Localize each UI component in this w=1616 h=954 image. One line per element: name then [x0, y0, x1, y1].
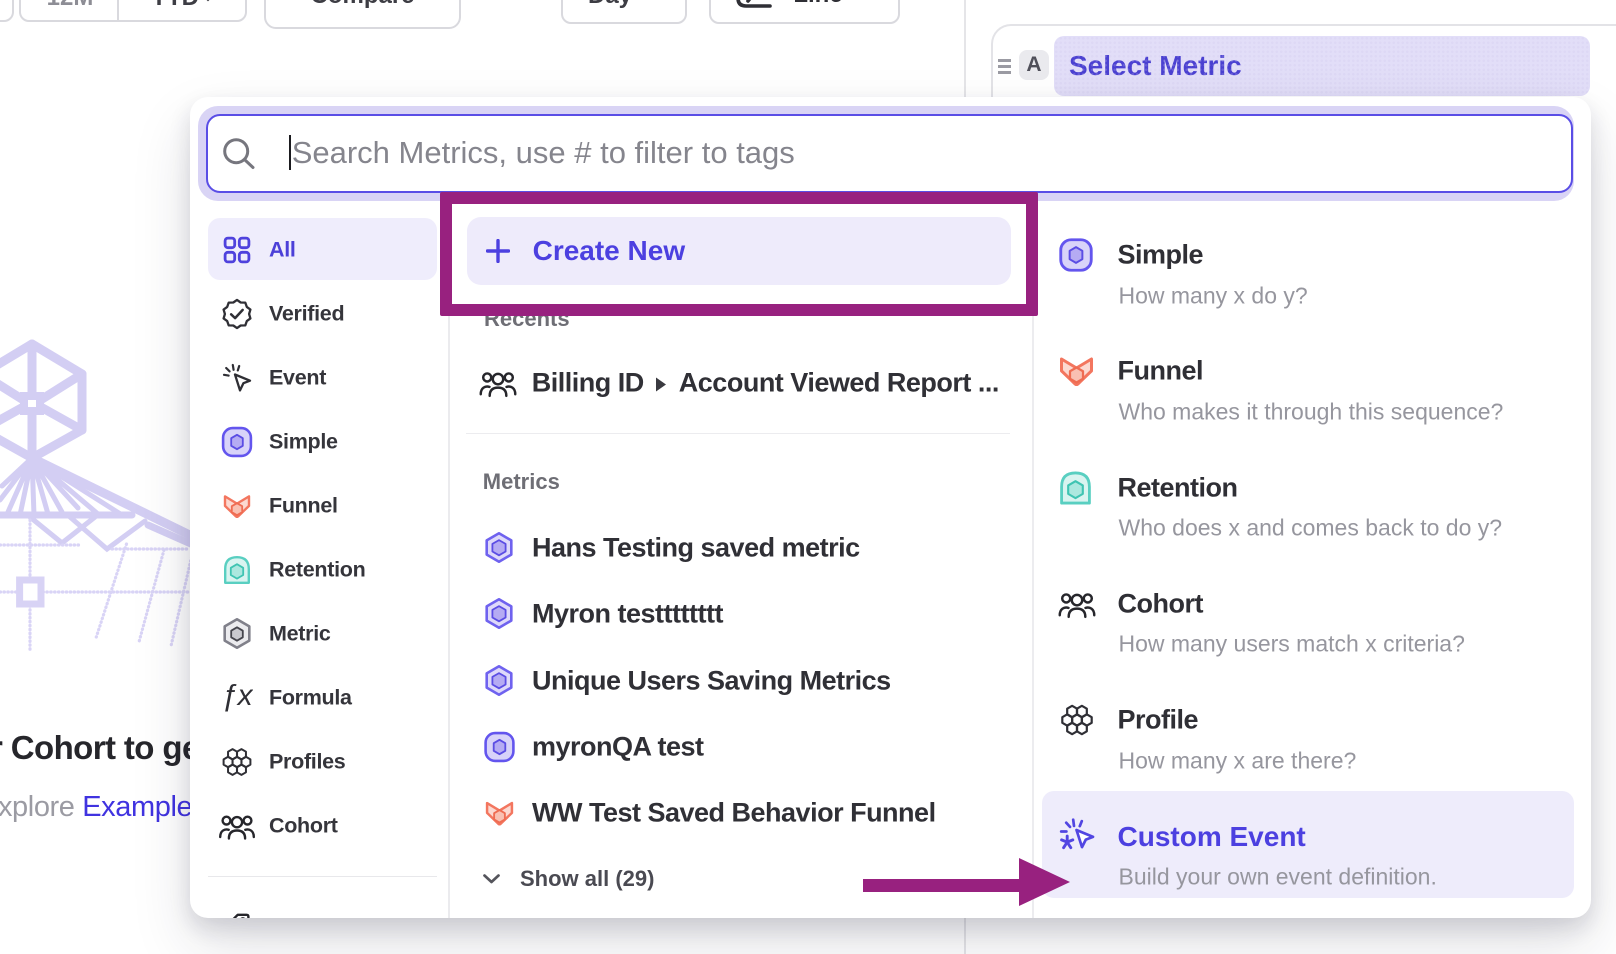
svg-text:ƒx: ƒx — [221, 682, 253, 712]
